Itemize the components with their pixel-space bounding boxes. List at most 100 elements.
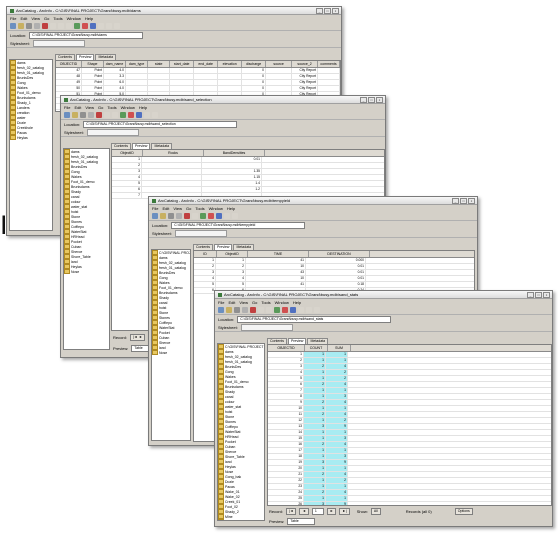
table-cell[interactable]: 1 xyxy=(304,370,326,375)
copy-icon[interactable] xyxy=(234,306,240,313)
table-cell[interactable]: 1.15 xyxy=(202,175,262,180)
table-cell[interactable]: 1 xyxy=(326,406,348,411)
list-icon[interactable] xyxy=(112,111,118,118)
table-cell[interactable]: 1 xyxy=(112,157,142,162)
table-cell[interactable] xyxy=(142,175,202,180)
table-cell[interactable]: 1 xyxy=(304,388,326,393)
connect-folder-icon[interactable] xyxy=(226,306,232,313)
stylesheet-select[interactable] xyxy=(86,128,139,136)
table-cell[interactable]: 1 xyxy=(304,358,326,363)
launch-arcmap-icon[interactable] xyxy=(200,212,206,219)
table-cell[interactable]: 0.000 xyxy=(306,258,366,263)
record-nav[interactable]: |◄ ◄ xyxy=(130,334,145,341)
table-cell[interactable]: 0.01 xyxy=(306,264,366,269)
table-cell[interactable]: 1.4 xyxy=(202,181,262,186)
first-record-button[interactable]: |◄ xyxy=(286,508,297,515)
column-header[interactable]: comments xyxy=(318,61,340,67)
menu-edit[interactable]: Edit xyxy=(162,206,169,211)
table-cell[interactable] xyxy=(318,74,340,79)
table-cell[interactable]: 4 xyxy=(326,490,348,495)
table-cell[interactable]: Point xyxy=(82,74,104,79)
command-line-icon[interactable] xyxy=(216,212,222,219)
table-cell[interactable] xyxy=(142,187,202,192)
command-line-icon[interactable] xyxy=(136,111,142,118)
table-cell[interactable]: 48 xyxy=(56,74,82,79)
paste-icon[interactable] xyxy=(88,111,94,118)
table-cell[interactable]: 24 xyxy=(268,490,304,495)
table-cell[interactable]: 2 xyxy=(326,418,348,423)
column-header[interactable]: source_2 xyxy=(292,61,318,67)
pan-icon[interactable] xyxy=(114,22,120,29)
table-cell[interactable]: 3 xyxy=(304,424,326,429)
large-icons-icon[interactable] xyxy=(104,111,110,118)
launch-arcmap-icon[interactable] xyxy=(120,111,126,118)
table-cell[interactable]: 1.2 xyxy=(202,187,262,192)
menu-edit[interactable]: Edit xyxy=(20,16,27,21)
close-icon[interactable]: × xyxy=(332,8,339,14)
table-cell[interactable]: 13 xyxy=(268,424,304,429)
options-button[interactable]: Options xyxy=(454,508,473,515)
close-icon[interactable]: × xyxy=(543,292,550,298)
zoom-in-icon[interactable] xyxy=(144,111,150,118)
menu-go[interactable]: Go xyxy=(252,300,257,305)
tree-item[interactable]: Nose xyxy=(152,350,190,355)
table-cell[interactable]: 2 xyxy=(304,382,326,387)
table-cell[interactable] xyxy=(170,80,194,85)
close-icon[interactable]: × xyxy=(468,198,475,204)
catalog-tree[interactable]: dams fresh_02_catalog fresh_01_catalog Brun… xyxy=(63,148,110,350)
list-icon[interactable] xyxy=(58,22,64,29)
table-cell[interactable]: 2 xyxy=(304,472,326,477)
table-cell[interactable]: 3 xyxy=(194,270,216,275)
stylesheet-select[interactable] xyxy=(32,39,85,47)
large-icons-icon[interactable] xyxy=(192,212,198,219)
table-cell[interactable]: 0 xyxy=(242,68,266,73)
table-cell[interactable]: 15 xyxy=(268,436,304,441)
table-cell[interactable] xyxy=(148,80,170,85)
table-cell[interactable]: 9 xyxy=(268,400,304,405)
table-cell[interactable]: 1 xyxy=(194,258,216,263)
table-cell[interactable]: 2 xyxy=(112,163,142,168)
table-row[interactable]: 26 3 9 xyxy=(268,502,551,505)
table-cell[interactable]: 3 xyxy=(326,436,348,441)
menu-tools[interactable]: Tools xyxy=(107,105,116,110)
table-cell[interactable]: 2 xyxy=(304,364,326,369)
table-cell[interactable]: 2 xyxy=(304,442,326,447)
menu-tools[interactable]: Tools xyxy=(261,300,270,305)
table-cell[interactable]: 41 xyxy=(246,258,306,263)
table-cell[interactable]: 1 xyxy=(304,454,326,459)
zoom-in-icon[interactable] xyxy=(98,22,104,29)
zoom-out-icon[interactable] xyxy=(232,212,238,219)
table-cell[interactable]: 6 xyxy=(194,288,216,293)
table-cell[interactable]: 1 xyxy=(304,418,326,423)
connect-folder-icon[interactable] xyxy=(160,212,166,219)
table-cell[interactable]: 9 xyxy=(326,460,348,465)
table-cell[interactable]: 1 xyxy=(304,352,326,357)
column-header[interactable]: elevation xyxy=(218,61,243,67)
table-cell[interactable]: 0 xyxy=(242,80,266,85)
table-cell[interactable]: 6 xyxy=(112,187,142,192)
connect-folder-icon[interactable] xyxy=(18,22,24,29)
table-cell[interactable] xyxy=(194,68,218,73)
table-cell[interactable]: 6 xyxy=(268,382,304,387)
table-cell[interactable]: 25 xyxy=(268,496,304,501)
table-cell[interactable]: 1 xyxy=(304,430,326,435)
column-header[interactable]: DESTINATION xyxy=(309,251,370,257)
table-cell[interactable]: 10 xyxy=(246,264,306,269)
table-cell[interactable]: 1 xyxy=(304,484,326,489)
column-header[interactable]: OBJECTID xyxy=(56,61,82,67)
column-header[interactable]: OBJECTID xyxy=(268,345,305,351)
table-cell[interactable]: 1 xyxy=(326,388,348,393)
menu-help[interactable]: Help xyxy=(293,300,301,305)
table-cell[interactable]: 0 xyxy=(242,74,266,79)
table-cell[interactable]: 9 xyxy=(326,424,348,429)
table-cell[interactable] xyxy=(194,80,218,85)
table-cell[interactable]: 1 xyxy=(326,430,348,435)
table-cell[interactable]: City Report xyxy=(292,74,318,79)
table-cell[interactable] xyxy=(218,80,242,85)
table-cell[interactable] xyxy=(318,86,340,91)
arctoolbox-icon[interactable] xyxy=(282,306,288,313)
copy-icon[interactable] xyxy=(168,212,174,219)
table-cell[interactable]: 5 xyxy=(112,181,142,186)
show-all-button[interactable]: All xyxy=(370,508,381,515)
table-cell[interactable]: 4 xyxy=(326,400,348,405)
